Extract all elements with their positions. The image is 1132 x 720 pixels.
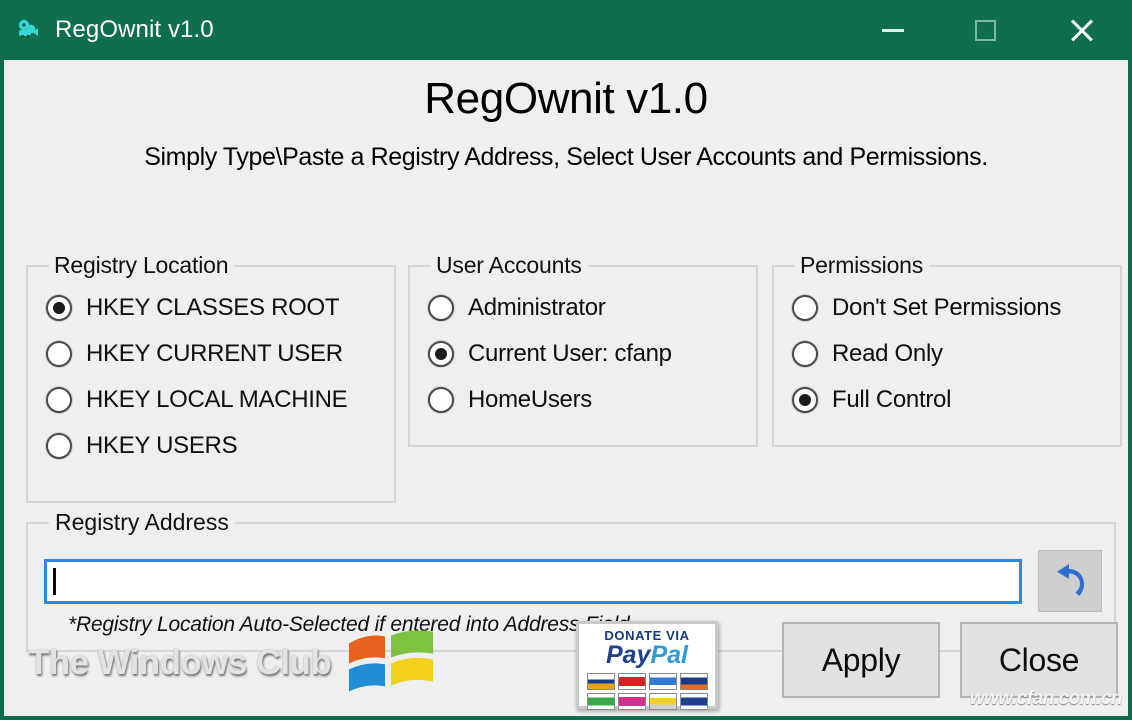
paypal-card-icon (680, 693, 708, 710)
options-row: Registry Location HKEY CLASSES ROOT HKEY… (4, 265, 1128, 503)
radio-indicator (46, 387, 72, 413)
window-title: RegOwnit v1.0 (55, 16, 214, 44)
registry-location-legend: Registry Location (49, 252, 234, 279)
registry-address-input[interactable] (44, 559, 1022, 604)
paypal-pal-text: Pal (650, 641, 688, 669)
brand-label: The Windows Club (28, 643, 331, 683)
radio-label: HKEY LOCAL MACHINE (86, 386, 347, 414)
window-controls (848, 0, 1132, 60)
permissions-legend: Permissions (795, 252, 929, 279)
radio-label: Current User: cfanp (468, 340, 672, 368)
apply-button[interactable]: Apply (782, 622, 940, 698)
watermark: www.cfan.com.cn (970, 688, 1122, 710)
radio-indicator (792, 295, 818, 321)
undo-arrow-icon (1049, 560, 1091, 602)
footer-bar: The Windows Club DONATE VIA PayP (4, 608, 1128, 716)
registry-address-row (44, 550, 1102, 612)
radio-indicator (428, 387, 454, 413)
radio-indicator (428, 341, 454, 367)
radio-hkey-users[interactable]: HKEY USERS (28, 423, 394, 469)
client-area: RegOwnit v1.0 Simply Type\Paste a Regist… (4, 60, 1128, 716)
radio-full-control[interactable]: Full Control (774, 377, 1120, 423)
radio-indicator (46, 295, 72, 321)
page-title: RegOwnit v1.0 (4, 60, 1128, 121)
echeck-card-icon (649, 693, 677, 710)
radio-read-only[interactable]: Read Only (774, 331, 1120, 377)
page-subtitle: Simply Type\Paste a Registry Address, Se… (4, 121, 1128, 172)
user-accounts-group: User Accounts Administrator Current User… (408, 265, 758, 447)
radio-hkey-local-machine[interactable]: HKEY LOCAL MACHINE (28, 377, 394, 423)
registry-location-group: Registry Location HKEY CLASSES ROOT HKEY… (26, 265, 396, 503)
text-caret (53, 568, 56, 595)
minimize-icon (882, 29, 904, 32)
radio-hkey-classes-root[interactable]: HKEY CLASSES ROOT (28, 285, 394, 331)
reset-address-button[interactable] (1038, 550, 1102, 612)
app-window: RegOwnit v1.0 RegOwnit v1.0 Simply Type\… (0, 0, 1132, 720)
the-windows-club-logo[interactable]: The Windows Club (28, 630, 437, 696)
radio-label: Full Control (832, 386, 951, 414)
radio-indicator (792, 387, 818, 413)
bank-card-icon (587, 693, 615, 710)
maestro-card-icon (618, 693, 646, 710)
payment-card-icons (587, 673, 708, 710)
radio-label: Don't Set Permissions (832, 294, 1061, 322)
mastercard-icon (618, 673, 646, 690)
radio-indicator (46, 433, 72, 459)
radio-current-user[interactable]: Current User: cfanp (410, 331, 756, 377)
radio-homeusers[interactable]: HomeUsers (410, 377, 756, 423)
radio-indicator (46, 341, 72, 367)
close-button[interactable]: Close (960, 622, 1118, 698)
amex-card-icon (649, 673, 677, 690)
radio-label: HKEY USERS (86, 432, 237, 460)
radio-administrator[interactable]: Administrator (410, 285, 756, 331)
radio-indicator (792, 341, 818, 367)
windows-flag-icon (345, 630, 437, 696)
radio-label: Administrator (468, 294, 605, 322)
regownit-app-icon (13, 15, 43, 45)
maximize-icon (975, 20, 996, 41)
minimize-button[interactable] (848, 0, 938, 60)
permissions-group: Permissions Don't Set Permissions Read O… (772, 265, 1122, 447)
radio-dont-set-permissions[interactable]: Don't Set Permissions (774, 285, 1120, 331)
paypal-pay-text: Pay (606, 641, 650, 669)
maximize-button[interactable] (938, 0, 1032, 60)
registry-address-legend: Registry Address (49, 509, 235, 536)
close-window-button[interactable] (1032, 0, 1132, 60)
user-accounts-legend: User Accounts (431, 252, 588, 279)
radio-label: HomeUsers (468, 386, 592, 414)
discover-card-icon (680, 673, 708, 690)
close-icon (1068, 16, 1096, 44)
paypal-wordmark: PayPal (606, 643, 688, 668)
radio-label: HKEY CURRENT USER (86, 340, 343, 368)
donate-paypal-button[interactable]: DONATE VIA PayPal (576, 621, 718, 709)
radio-label: HKEY CLASSES ROOT (86, 294, 339, 322)
radio-hkey-current-user[interactable]: HKEY CURRENT USER (28, 331, 394, 377)
radio-indicator (428, 295, 454, 321)
radio-label: Read Only (832, 340, 943, 368)
title-bar: RegOwnit v1.0 (0, 0, 1132, 60)
visa-card-icon (587, 673, 615, 690)
